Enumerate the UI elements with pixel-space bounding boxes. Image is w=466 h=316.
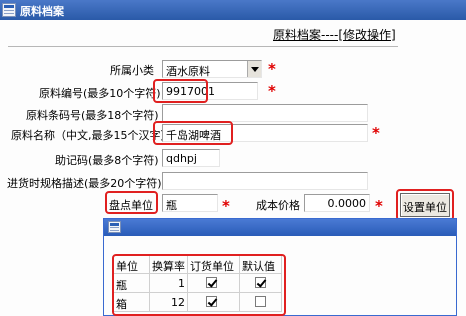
spec-label: 进货时规格描述(最多20个字符) (7, 177, 162, 190)
subcategory-value: 酒水原料 (166, 65, 210, 78)
stock-unit-field[interactable]: 瓶 (162, 194, 218, 212)
required-star-stock-unit: * (222, 197, 230, 215)
required-star-cost-price: * (375, 197, 383, 215)
name-label: 原料名称（中文,最多15个汉字） (11, 129, 172, 142)
chevron-down-icon[interactable] (247, 61, 261, 77)
title-bar: 原料档案 (0, 0, 466, 20)
set-unit-highlight (396, 189, 454, 221)
unit-window-titlebar (104, 219, 456, 236)
subcategory-select[interactable]: 酒水原料 (162, 60, 262, 78)
form-window-icon (2, 3, 16, 17)
mnemonic-value: qdhpj (166, 152, 197, 165)
cost-price-label: 成本价格 (256, 199, 300, 212)
unit-settings-window: 单位 换算率 订货单位 默认值 瓶 1 箱 12 (103, 218, 457, 316)
header-divider (8, 46, 398, 47)
spec-field[interactable] (162, 172, 368, 190)
mnemonic-field[interactable]: qdhpj (162, 149, 220, 167)
stock-unit-value: 瓶 (166, 199, 177, 212)
cost-price-field[interactable]: 0.0000 (304, 194, 370, 212)
code-label: 原料编号(最多10个字符) (39, 87, 161, 100)
form-header: 原料档案----[修改操作] (273, 28, 396, 42)
required-star-code: * (268, 82, 276, 100)
unit-window-icon (108, 221, 121, 233)
subcategory-label: 所属小类 (110, 64, 154, 77)
required-star-name: * (372, 124, 380, 142)
required-star-subcategory: * (268, 60, 276, 78)
barcode-label: 原料条码号(最多18个字符) (26, 109, 159, 122)
barcode-field[interactable] (162, 104, 368, 122)
cost-price-value: 0.0000 (327, 197, 367, 210)
stock-unit-label-highlight (105, 191, 158, 214)
name-highlight (153, 121, 233, 145)
unit-table-highlight (112, 254, 286, 316)
code-highlight (153, 79, 208, 103)
mnemonic-label: 助记码(最多8个字符) (55, 154, 159, 167)
window-title: 原料档案 (20, 5, 64, 18)
